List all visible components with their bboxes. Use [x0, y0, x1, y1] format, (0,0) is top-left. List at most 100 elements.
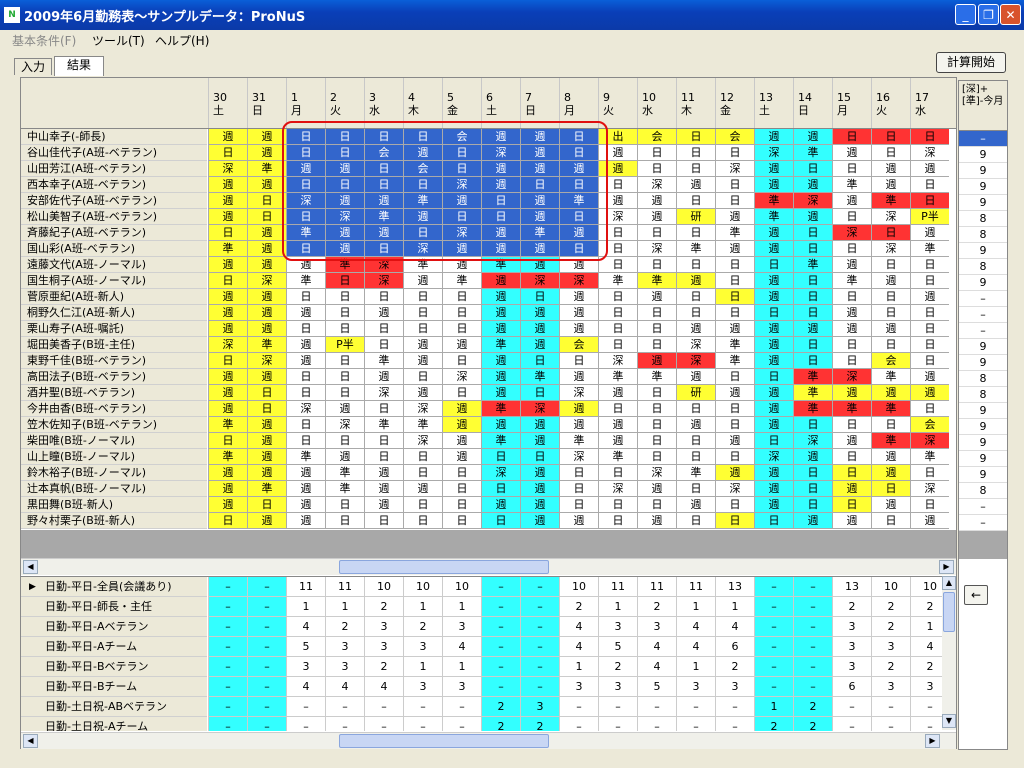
- summary-cell[interactable]: –: [208, 717, 247, 731]
- shift-cell[interactable]: 日: [793, 289, 832, 305]
- shift-cell[interactable]: 日: [247, 497, 286, 513]
- monthly-count-cell[interactable]: 9: [959, 195, 1007, 211]
- shift-cell[interactable]: 日: [715, 449, 754, 465]
- summary-cell[interactable]: 2: [364, 597, 403, 617]
- shift-cell[interactable]: 日: [754, 433, 793, 449]
- summary-cell[interactable]: 13: [832, 577, 871, 597]
- shift-cell[interactable]: 週: [208, 481, 247, 497]
- shift-cell[interactable]: 日: [910, 353, 949, 369]
- summary-cell[interactable]: 5: [637, 677, 676, 697]
- summary-cell[interactable]: 2: [793, 717, 832, 731]
- shift-cell[interactable]: 深: [481, 465, 520, 481]
- summary-cell[interactable]: 10: [559, 577, 598, 597]
- summary-cell[interactable]: –: [793, 657, 832, 677]
- scroll-thumb[interactable]: [339, 560, 549, 574]
- shift-cell[interactable]: 日: [793, 241, 832, 257]
- summary-cell[interactable]: 3: [598, 617, 637, 637]
- monthly-count-cell[interactable]: –: [959, 307, 1007, 323]
- summary-cell[interactable]: –: [754, 597, 793, 617]
- shift-cell[interactable]: 週: [871, 273, 910, 289]
- shift-cell[interactable]: 準: [637, 369, 676, 385]
- shift-cell[interactable]: 準: [325, 257, 364, 273]
- shift-cell[interactable]: 日: [286, 385, 325, 401]
- shift-cell[interactable]: 深: [286, 401, 325, 417]
- shift-cell[interactable]: 日: [715, 177, 754, 193]
- shift-cell[interactable]: 週: [715, 241, 754, 257]
- staff-name[interactable]: 栗山寿子(A班-嘱託): [21, 321, 207, 337]
- summary-cell[interactable]: –: [442, 717, 481, 731]
- summary-cell[interactable]: 2: [754, 717, 793, 731]
- shift-cell[interactable]: 深: [442, 369, 481, 385]
- shift-cell[interactable]: 日: [637, 257, 676, 273]
- shift-cell[interactable]: 日: [832, 465, 871, 481]
- shift-cell[interactable]: 日: [286, 129, 325, 145]
- shift-cell[interactable]: 日: [403, 449, 442, 465]
- shift-cell[interactable]: 週: [520, 193, 559, 209]
- shift-cell[interactable]: 週: [442, 449, 481, 465]
- shift-cell[interactable]: 日: [598, 177, 637, 193]
- shift-cell[interactable]: 週: [481, 305, 520, 321]
- summary-cell[interactable]: 3: [364, 637, 403, 657]
- shift-cell[interactable]: 週: [364, 193, 403, 209]
- monthly-count-cell[interactable]: 9: [959, 163, 1007, 179]
- summary-cell[interactable]: 2: [871, 657, 910, 677]
- shift-cell[interactable]: 日: [676, 145, 715, 161]
- shift-cell[interactable]: 日: [637, 433, 676, 449]
- shift-cell[interactable]: 日: [637, 225, 676, 241]
- shift-cell[interactable]: 日: [832, 129, 871, 145]
- shift-cell[interactable]: 日: [442, 497, 481, 513]
- summary-cell[interactable]: 3: [559, 677, 598, 697]
- summary-cell[interactable]: –: [793, 577, 832, 597]
- summary-cell[interactable]: –: [208, 637, 247, 657]
- shift-cell[interactable]: 週: [754, 497, 793, 513]
- shift-cell[interactable]: 深: [637, 177, 676, 193]
- summary-cell[interactable]: –: [247, 677, 286, 697]
- shift-cell[interactable]: 日: [247, 209, 286, 225]
- shift-cell[interactable]: 準: [754, 193, 793, 209]
- shift-cell[interactable]: 準: [364, 353, 403, 369]
- shift-cell[interactable]: 週: [403, 353, 442, 369]
- shift-cell[interactable]: 日: [832, 289, 871, 305]
- monthly-count-cell[interactable]: 9: [959, 275, 1007, 291]
- shift-cell[interactable]: 準: [247, 161, 286, 177]
- shift-cell[interactable]: 日: [910, 401, 949, 417]
- shift-cell[interactable]: 日: [832, 337, 871, 353]
- summary-cell[interactable]: –: [559, 697, 598, 717]
- staff-name[interactable]: 西本幸子(A班-ベテラン): [21, 177, 207, 193]
- maximize-button[interactable]: ❐: [978, 4, 999, 25]
- shift-cell[interactable]: 週: [559, 321, 598, 337]
- shift-cell[interactable]: 週: [754, 129, 793, 145]
- shift-cell[interactable]: 週: [559, 257, 598, 273]
- summary-scroll-thumb[interactable]: [943, 592, 955, 632]
- shift-cell[interactable]: 日: [364, 337, 403, 353]
- shift-cell[interactable]: 日: [832, 497, 871, 513]
- summary-cell[interactable]: 11: [325, 577, 364, 597]
- shift-cell[interactable]: 日: [910, 337, 949, 353]
- shift-cell[interactable]: 深: [442, 225, 481, 241]
- shift-cell[interactable]: 準: [403, 193, 442, 209]
- shift-cell[interactable]: 週: [247, 513, 286, 529]
- shift-cell[interactable]: 日: [325, 385, 364, 401]
- shift-cell[interactable]: 日: [793, 497, 832, 513]
- shift-cell[interactable]: 日: [637, 145, 676, 161]
- staff-name[interactable]: 辻本真帆(B班-ノーマル): [21, 481, 207, 497]
- shift-cell[interactable]: 週: [598, 193, 637, 209]
- shift-cell[interactable]: 週: [754, 481, 793, 497]
- shift-cell[interactable]: 日: [871, 513, 910, 529]
- shift-cell[interactable]: 週: [559, 161, 598, 177]
- shift-cell[interactable]: 週: [871, 385, 910, 401]
- summary-cell[interactable]: 2: [559, 597, 598, 617]
- shift-cell[interactable]: 日: [364, 449, 403, 465]
- shift-cell[interactable]: 日: [325, 369, 364, 385]
- shift-cell[interactable]: 深: [637, 241, 676, 257]
- summary-cell[interactable]: 3: [832, 617, 871, 637]
- summary-cell[interactable]: 1: [403, 597, 442, 617]
- shift-cell[interactable]: 週: [247, 321, 286, 337]
- shift-cell[interactable]: 日: [325, 273, 364, 289]
- shift-cell[interactable]: 日: [559, 129, 598, 145]
- minimize-button[interactable]: _: [955, 4, 976, 25]
- summary-cell[interactable]: –: [754, 577, 793, 597]
- shift-cell[interactable]: 日: [871, 145, 910, 161]
- shift-cell[interactable]: 日: [676, 225, 715, 241]
- shift-cell[interactable]: 週: [793, 209, 832, 225]
